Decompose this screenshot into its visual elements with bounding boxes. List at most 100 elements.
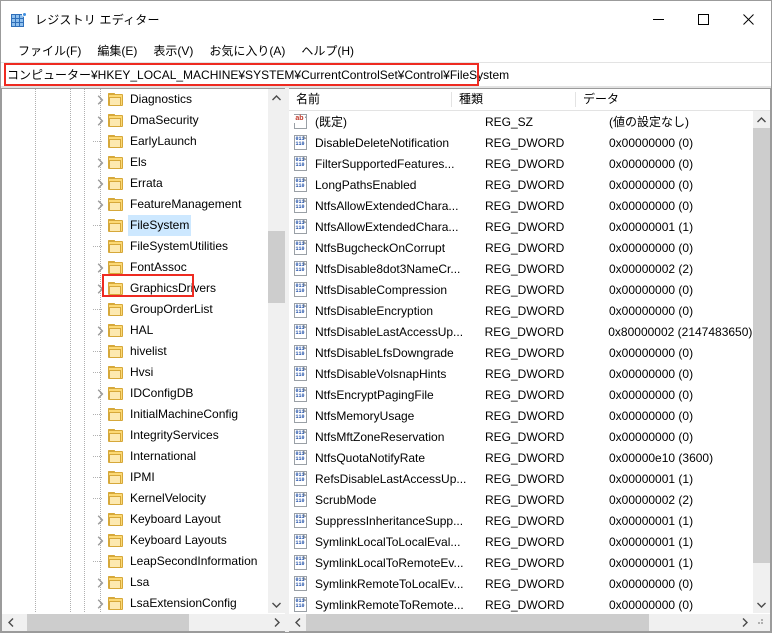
table-row[interactable]: 011 110 NtfsDisableLfsDowngrade REG_DWORD 0x… bbox=[289, 342, 752, 363]
tree-item-errata[interactable]: Errata bbox=[2, 173, 267, 194]
chevron-right-icon[interactable] bbox=[92, 89, 108, 110]
value-name-cell: SymlinkLocalToRemoteEv... bbox=[315, 555, 464, 570]
tree-scroll-left-icon[interactable] bbox=[2, 614, 19, 631]
tree-item-integrityservices[interactable]: IntegrityServices bbox=[2, 425, 267, 446]
chevron-right-icon[interactable] bbox=[92, 173, 108, 194]
tree-item-leapsecondinformation[interactable]: LeapSecondInformation bbox=[2, 551, 267, 572]
tree-item-idconfigdb[interactable]: IDConfigDB bbox=[2, 383, 267, 404]
maximize-button[interactable] bbox=[681, 1, 726, 38]
table-row[interactable]: 011 110 DisableDeleteNotification REG_DWORD… bbox=[289, 132, 752, 153]
list-horizontal-scrollbar[interactable] bbox=[289, 613, 770, 631]
minimize-button[interactable] bbox=[636, 1, 681, 38]
tree-item-diagnostics[interactable]: Diagnostics bbox=[2, 89, 267, 110]
chevron-right-icon[interactable] bbox=[92, 152, 108, 173]
table-row[interactable]: 011 110 NtfsAllowExtendedChara... REG_DWORD… bbox=[289, 216, 752, 237]
chevron-right-icon[interactable] bbox=[92, 572, 108, 593]
list-hscroll-track[interactable] bbox=[306, 614, 736, 631]
menu-view[interactable]: 表示(V) bbox=[145, 40, 201, 61]
table-row[interactable]: 011 110 SymlinkRemoteToLocalEv... REG_DWORD… bbox=[289, 573, 752, 594]
table-row[interactable]: 011 110 NtfsAllowExtendedChara... REG_DWORD… bbox=[289, 195, 752, 216]
table-row[interactable]: 011 110 NtfsDisableCompression REG_DWORD 0x0… bbox=[289, 279, 752, 300]
list-scroll-up-icon[interactable] bbox=[753, 111, 770, 128]
table-row[interactable]: 011 110 SymlinkRemoteToRemote... REG_DWORD 0… bbox=[289, 594, 752, 613]
tree-scroll-up-icon[interactable] bbox=[268, 89, 285, 106]
tree-item-featuremanagement[interactable]: FeatureManagement bbox=[2, 194, 267, 215]
table-row[interactable]: 011 110 NtfsDisableLastAccessUp... REG_DWOR… bbox=[289, 321, 752, 342]
value-type-cell: REG_DWORD bbox=[485, 471, 565, 486]
tree-item-lsa[interactable]: Lsa bbox=[2, 572, 267, 593]
tree-item-keyboard-layouts[interactable]: Keyboard Layouts bbox=[2, 530, 267, 551]
tree-scroll-track[interactable] bbox=[268, 106, 285, 596]
list-scroll-left-icon[interactable] bbox=[289, 614, 306, 631]
resize-grip-icon[interactable] bbox=[753, 614, 770, 631]
chevron-right-icon[interactable] bbox=[92, 509, 108, 530]
chevron-right-icon[interactable] bbox=[92, 383, 108, 404]
tree-item-ipmi[interactable]: IPMI bbox=[2, 467, 267, 488]
column-header-data[interactable]: データ bbox=[576, 89, 770, 110]
list-vertical-scrollbar[interactable] bbox=[752, 111, 770, 613]
chevron-right-icon[interactable] bbox=[92, 257, 108, 278]
tree-scroll-down-icon[interactable] bbox=[268, 596, 285, 613]
tree-item-label: IntegrityServices bbox=[130, 428, 219, 442]
table-row[interactable]: 011 110 LongPathsEnabled REG_DWORD 0x0000000… bbox=[289, 174, 752, 195]
tree-item-dmasecurity[interactable]: DmaSecurity bbox=[2, 110, 267, 131]
table-row[interactable]: 011 110 NtfsEncryptPagingFile REG_DWORD 0x00… bbox=[289, 384, 752, 405]
chevron-right-icon[interactable] bbox=[92, 530, 108, 551]
tree-hscroll-track[interactable] bbox=[19, 614, 268, 631]
chevron-right-icon[interactable] bbox=[92, 278, 108, 299]
tree-item-international[interactable]: International bbox=[2, 446, 267, 467]
table-row[interactable]: 011 110 FilterSupportedFeatures... REG_DWOR… bbox=[289, 153, 752, 174]
tree-scroll-right-icon[interactable] bbox=[268, 614, 285, 631]
tree-item-grouporderlist[interactable]: GroupOrderList bbox=[2, 299, 267, 320]
tree-scroll-thumb[interactable] bbox=[268, 231, 285, 303]
tree-item-filesystem[interactable]: FileSystem bbox=[2, 215, 267, 236]
list-hscroll-thumb[interactable] bbox=[306, 614, 649, 631]
tree-item-els[interactable]: Els bbox=[2, 152, 267, 173]
close-button[interactable] bbox=[726, 1, 771, 38]
tree-item-kernelvelocity[interactable]: KernelVelocity bbox=[2, 488, 267, 509]
tree-item-initialmachineconfig[interactable]: InitialMachineConfig bbox=[2, 404, 267, 425]
list-scroll-track[interactable] bbox=[753, 128, 770, 596]
address-bar[interactable]: コンピューター¥HKEY_LOCAL_MACHINE¥SYSTEM¥Curren… bbox=[1, 62, 771, 87]
value-type-cell: REG_DWORD bbox=[485, 282, 565, 297]
table-row[interactable]: 011 110 NtfsQuotaNotifyRate REG_DWORD 0x0000… bbox=[289, 447, 752, 468]
table-row[interactable]: 011 110 NtfsDisableVolsnapHints REG_DWORD 0x… bbox=[289, 363, 752, 384]
table-row[interactable]: 011 110 SuppressInheritanceSupp... REG_DWOR… bbox=[289, 510, 752, 531]
chevron-right-icon[interactable] bbox=[92, 593, 108, 613]
tree-item-hvsi[interactable]: Hvsi bbox=[2, 362, 267, 383]
list-scroll-thumb[interactable] bbox=[753, 128, 770, 563]
tree-item-earlylaunch[interactable]: EarlyLaunch bbox=[2, 131, 267, 152]
chevron-right-icon[interactable] bbox=[92, 194, 108, 215]
tree-item-hal[interactable]: HAL bbox=[2, 320, 267, 341]
table-row[interactable]: 011 110 NtfsDisable8dot3NameCr... REG_DWORD… bbox=[289, 258, 752, 279]
menu-edit[interactable]: 編集(E) bbox=[89, 40, 145, 61]
tree-item-filesystemutilities[interactable]: FileSystemUtilities bbox=[2, 236, 267, 257]
menu-help[interactable]: ヘルプ(H) bbox=[293, 40, 362, 61]
list-scroll-right-icon[interactable] bbox=[736, 614, 753, 631]
table-row[interactable]: 011 110 SymlinkLocalToLocalEval... REG_DWOR… bbox=[289, 531, 752, 552]
tree-horizontal-scrollbar[interactable] bbox=[2, 613, 285, 631]
chevron-right-icon[interactable] bbox=[92, 110, 108, 131]
tree-item-keyboard-layout[interactable]: Keyboard Layout bbox=[2, 509, 267, 530]
tree-scroll-area: Diagnostics DmaSecurity EarlyLaunch Els Erra… bbox=[2, 89, 267, 613]
table-row[interactable]: 011 110 NtfsMemoryUsage REG_DWORD 0x00000000… bbox=[289, 405, 752, 426]
table-row[interactable]: 011 110 RefsDisableLastAccessUp... REG_DWOR… bbox=[289, 468, 752, 489]
tree-item-lsaextensionconfig[interactable]: LsaExtensionConfig bbox=[2, 593, 267, 613]
table-row[interactable]: 011 110 NtfsDisableEncryption REG_DWORD 0x00… bbox=[289, 300, 752, 321]
menu-file[interactable]: ファイル(F) bbox=[10, 40, 89, 61]
column-header-name[interactable]: 名前 bbox=[289, 89, 452, 110]
table-row[interactable]: 011 110 NtfsBugcheckOnCorrupt REG_DWORD 0x00… bbox=[289, 237, 752, 258]
column-header-type[interactable]: 種類 bbox=[452, 89, 576, 110]
list-scroll-down-icon[interactable] bbox=[753, 596, 770, 613]
tree-hscroll-thumb[interactable] bbox=[27, 614, 189, 631]
table-row[interactable]: 011 110 ScrubMode REG_DWORD 0x00000002 (2) bbox=[289, 489, 752, 510]
table-row[interactable]: 011 110 SymlinkLocalToRemoteEv... REG_DWORD… bbox=[289, 552, 752, 573]
table-row[interactable]: 011 110 NtfsMftZoneReservation REG_DWORD 0x0… bbox=[289, 426, 752, 447]
tree-item-hivelist[interactable]: hivelist bbox=[2, 341, 267, 362]
tree-item-graphicsdrivers[interactable]: GraphicsDrivers bbox=[2, 278, 267, 299]
tree-item-fontassoc[interactable]: FontAssoc bbox=[2, 257, 267, 278]
chevron-right-icon[interactable] bbox=[92, 320, 108, 341]
tree-vertical-scrollbar[interactable] bbox=[267, 89, 285, 613]
table-row[interactable]: ab (既定) REG_SZ (値の設定なし) bbox=[289, 111, 752, 132]
menu-favorites[interactable]: お気に入り(A) bbox=[201, 40, 293, 61]
